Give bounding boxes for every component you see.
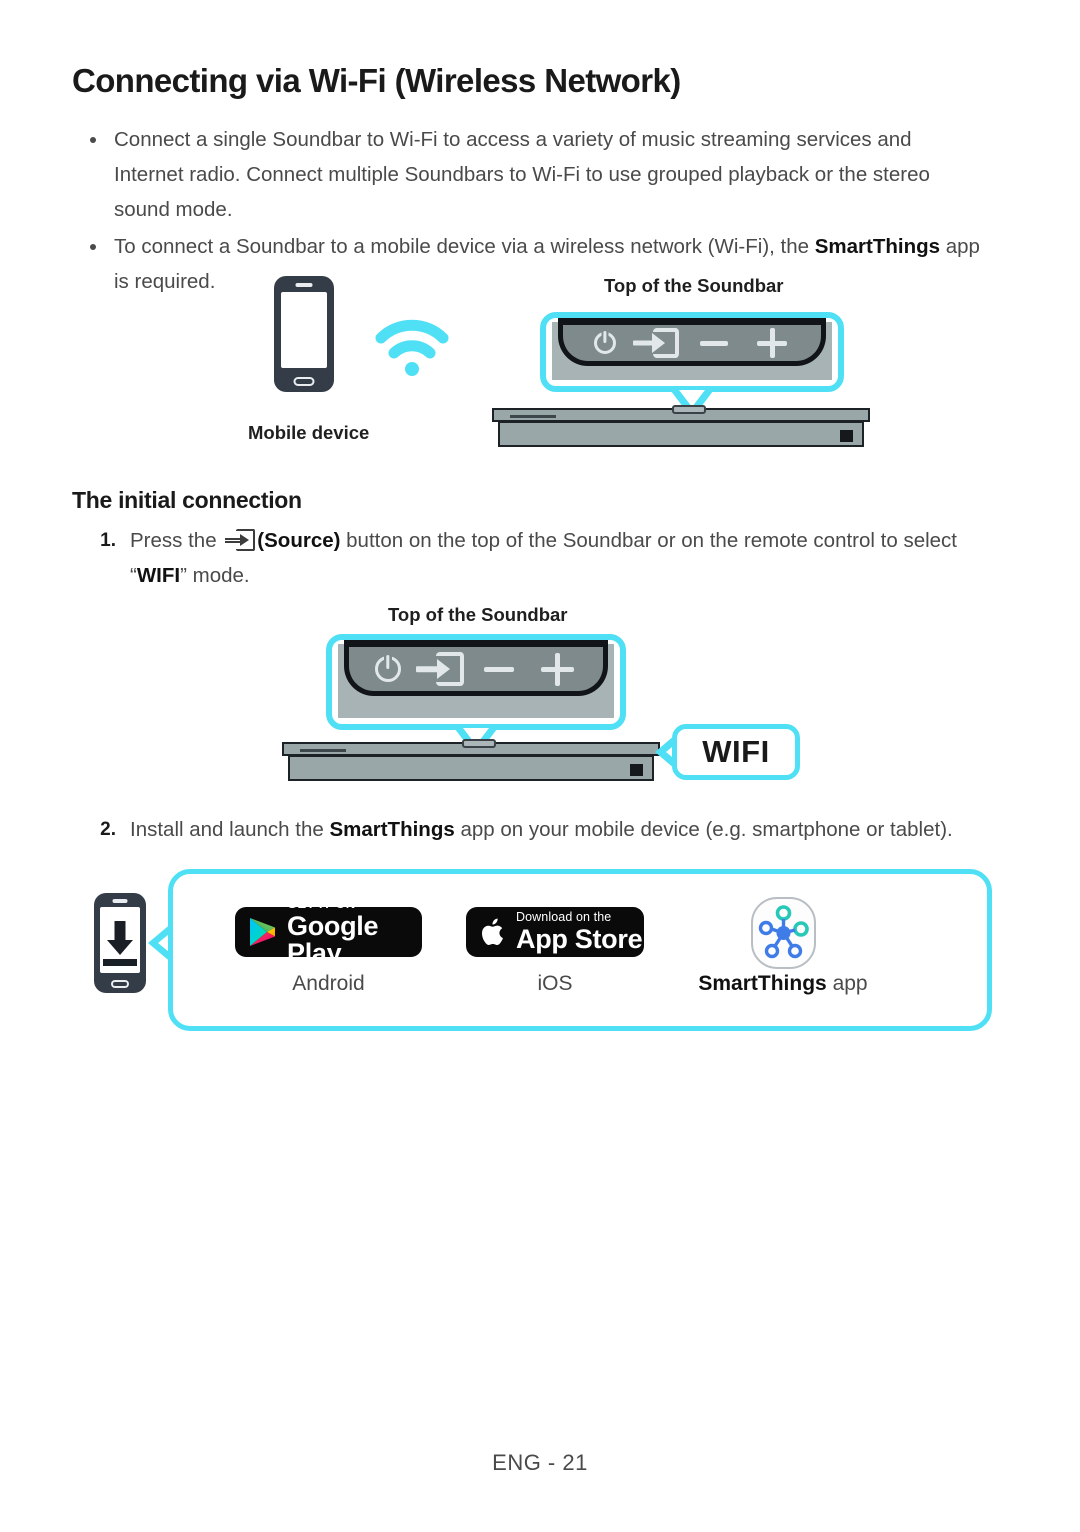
soundbar-button-pad (462, 739, 496, 748)
soundbar-control-panel-2 (326, 634, 626, 757)
app-store-badge-small: Download on the (516, 909, 612, 924)
bullet-text: To connect a Soundbar to a mobile device… (114, 235, 815, 258)
google-play-icon (249, 917, 276, 947)
app-store-badge-big: App Store (516, 924, 643, 955)
wifi-signal-icon (375, 316, 449, 378)
panel-button-strip (558, 318, 826, 366)
list-item: Connect a single Soundbar to Wi-Fi to ac… (85, 122, 985, 227)
step-2-number: 2. (100, 819, 116, 840)
soundbar-button-pad (672, 405, 706, 414)
step-2-smartthings-label: SmartThings (329, 818, 455, 841)
phone-screen (281, 292, 327, 368)
bullet-dot-icon (90, 137, 96, 143)
mobile-device-label: Mobile device (248, 422, 370, 443)
soundbar-brand-logo (300, 749, 346, 752)
smartthings-app-label: SmartThings app (683, 972, 883, 996)
source-icon[interactable] (410, 651, 470, 687)
google-play-badge[interactable]: GET IT ON Google Play (235, 897, 422, 967)
bullet-text: Connect a single Soundbar to Wi-Fi to ac… (114, 128, 930, 221)
volume-up-icon[interactable] (743, 328, 801, 358)
smartthings-label-bold: SmartThings (698, 972, 827, 995)
step-2-text-lead: Install and launch the (130, 818, 330, 841)
bullet-dot-icon (90, 244, 96, 250)
list-item: To connect a Soundbar to a mobile device… (85, 229, 985, 299)
soundbar-control-panel-1 (540, 312, 844, 419)
google-play-badge-text: GET IT ON Google Play (287, 897, 422, 967)
bullet-text-bold: SmartThings (814, 235, 941, 258)
phone-speaker-icon (295, 283, 313, 287)
step-2-text: Install and launch the SmartThings app o… (130, 812, 992, 847)
volume-down-icon[interactable] (470, 653, 528, 685)
wifi-callout: WIFI (672, 724, 800, 780)
step-1-text-tail: ” mode. (180, 564, 250, 587)
page-footer: ENG - 21 (492, 1450, 588, 1475)
intro-bullet-list: Connect a single Soundbar to Wi-Fi to ac… (85, 122, 985, 301)
soundbar-display (840, 430, 853, 442)
android-label: Android (235, 972, 422, 996)
step-1: 1. Press the (Source) button on the top … (82, 523, 992, 593)
smartthings-label-text: app (826, 972, 868, 995)
apple-icon (480, 917, 506, 948)
power-icon[interactable] (366, 652, 410, 686)
mobile-device-illustration (274, 276, 334, 392)
download-phone-icon (94, 893, 146, 993)
soundbar-illustration-1 (492, 405, 870, 448)
app-store-badge[interactable]: Download on the App Store (466, 907, 644, 957)
step-1-text-lead: Press the (130, 529, 223, 552)
app-download-panel: GET IT ON Google Play Download on the Ap… (168, 869, 992, 1031)
step-1-source-label: (Source) (257, 529, 341, 552)
google-play-badge-small: GET IT ON (287, 896, 356, 911)
page-title: Connecting via Wi-Fi (Wireless Network) (72, 62, 681, 99)
section-subtitle: The initial connection (72, 487, 302, 513)
phone-speaker-icon (112, 899, 128, 903)
download-arrow-icon (100, 921, 140, 966)
step-1-text: Press the (Source) button on the top of … (130, 523, 992, 593)
phone-home-button-icon (293, 377, 315, 386)
volume-up-icon[interactable] (528, 652, 586, 686)
step-1-number: 1. (100, 530, 116, 551)
soundbar-illustration-2 (282, 739, 660, 782)
power-icon[interactable] (583, 328, 627, 358)
soundbar-display (630, 764, 643, 776)
step-2-text-tail: app on your mobile device (e.g. smartpho… (454, 818, 953, 841)
panel-button-strip (344, 640, 608, 696)
source-icon[interactable] (627, 327, 685, 359)
soundbar-top-label-2: Top of the Soundbar (388, 604, 568, 625)
phone-home-button-icon (111, 980, 129, 988)
app-store-badge-text: Download on the App Store (516, 909, 643, 955)
wifi-callout-text: WIFI (702, 734, 770, 769)
ios-label-text: iOS (537, 972, 573, 995)
step-1-wifi-label: WIFI (136, 564, 181, 587)
phone-screen (100, 907, 140, 973)
volume-down-icon[interactable] (685, 328, 743, 358)
soundbar-front-face (288, 755, 654, 781)
ios-label: iOS (466, 972, 644, 996)
google-play-badge-big: Google Play (287, 911, 379, 968)
manual-page: Connecting via Wi-Fi (Wireless Network) … (0, 0, 1080, 1532)
soundbar-brand-logo (510, 415, 556, 418)
soundbar-front-face (498, 421, 864, 447)
smartthings-icon[interactable] (751, 897, 816, 969)
step-2: 2. Install and launch the SmartThings ap… (82, 812, 992, 847)
source-icon (225, 529, 256, 551)
android-label-text: Android (292, 972, 365, 995)
soundbar-top-label-1: Top of the Soundbar (604, 275, 784, 296)
